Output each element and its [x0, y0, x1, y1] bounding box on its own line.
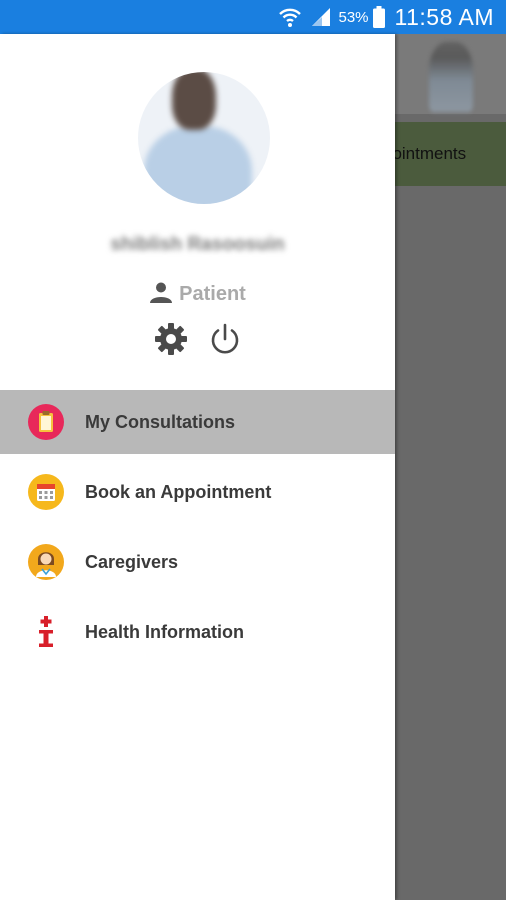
- power-icon: [208, 322, 242, 361]
- background-app-header: [395, 34, 506, 114]
- doctor-icon: [28, 544, 64, 580]
- menu-item-book-appointment[interactable]: Book an Appointment: [0, 460, 395, 524]
- navigation-drawer: shiblish Rasoosuin Patient My Consultati…: [0, 34, 395, 900]
- role-label: Patient: [179, 283, 246, 305]
- user-role: Patient: [0, 280, 395, 309]
- menu-item-label: Caregivers: [85, 551, 179, 572]
- status-bar: 53% 11:58 AM: [0, 0, 506, 34]
- person-icon: [149, 280, 173, 309]
- logout-button[interactable]: [208, 322, 242, 361]
- background-appointments-tab: pointments: [383, 122, 506, 186]
- battery-icon: [372, 6, 385, 28]
- gear-icon: [154, 322, 188, 361]
- clipboard-icon: [28, 404, 64, 440]
- clock: 11:58 AM: [394, 3, 494, 30]
- menu-item-health-information[interactable]: Health Information: [0, 600, 395, 664]
- avatar: [138, 72, 270, 204]
- background-avatar: [429, 42, 473, 112]
- user-name: shiblish Rasoosuin: [110, 234, 285, 255]
- menu-item-caregivers[interactable]: Caregivers: [0, 530, 395, 594]
- menu-item-label: Health Information: [85, 621, 245, 642]
- background-app[interactable]: pointments: [383, 34, 506, 900]
- battery-percentage: 53%: [338, 8, 369, 26]
- background-tab-label: pointments: [383, 144, 467, 163]
- settings-button[interactable]: [154, 322, 188, 361]
- calendar-icon: [28, 474, 64, 510]
- account-actions: [0, 322, 395, 361]
- wifi-icon: [278, 6, 302, 28]
- medical-info-icon: [28, 614, 64, 650]
- menu-item-label: Book an Appointment: [85, 481, 272, 502]
- menu-item-label: My Consultations: [85, 411, 236, 432]
- menu-item-my-consultations[interactable]: My Consultations: [0, 390, 395, 454]
- drawer-menu: My Consultations Book an Appointment Car…: [0, 390, 395, 670]
- signal-icon: [310, 7, 332, 27]
